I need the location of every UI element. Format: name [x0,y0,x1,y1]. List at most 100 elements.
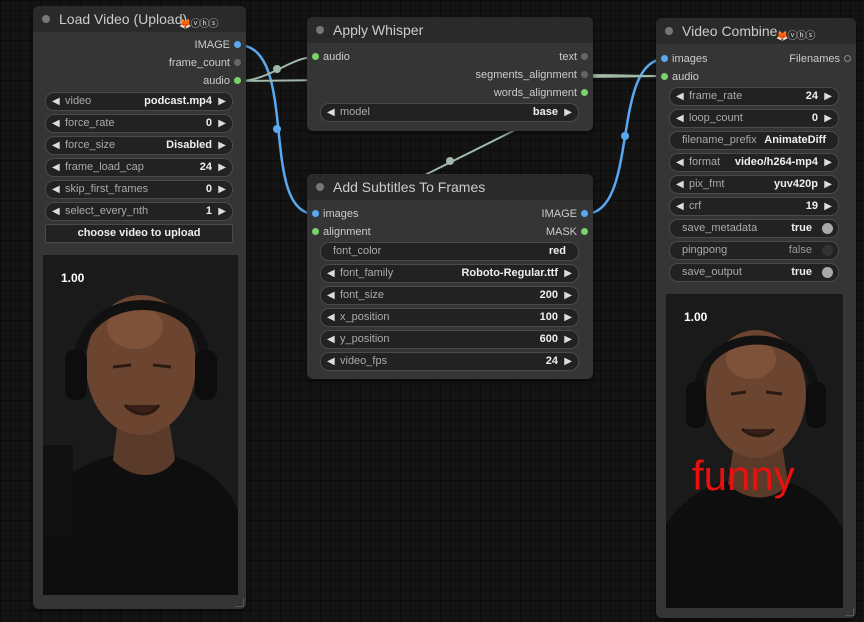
widget-frame-rate[interactable]: ◀ frame_rate 24 ▶ [669,87,839,106]
collapse-dot-icon[interactable] [316,183,324,191]
widget-video-fps[interactable]: ◀ video_fps 24 ▶ [320,352,579,371]
slot-connector-icon[interactable] [661,73,668,80]
widget-video[interactable]: ◀ video podcast.mp4 ▶ [45,92,233,111]
slot-connector-icon[interactable] [661,55,668,62]
slot-connector-icon[interactable] [234,41,241,48]
collapse-dot-icon[interactable] [42,15,50,23]
add-subtitles-title-bar[interactable]: Add Subtitles To Frames [307,174,593,200]
add-subtitles-node[interactable]: Add Subtitles To Frames images alignment… [307,174,593,379]
widget-pix-fmt[interactable]: ◀ pix_fmt yuv420p ▶ [669,175,839,194]
slot-connector-icon[interactable] [844,55,851,62]
output-slot-audio[interactable]: audio [80,72,246,90]
slot-connector-icon[interactable] [581,89,588,96]
increment-arrow-icon[interactable]: ▶ [218,203,226,220]
resize-handle-icon[interactable] [845,607,854,616]
widget-font-color[interactable]: font_color red [320,242,579,261]
resize-handle-icon[interactable] [235,598,244,607]
decrement-arrow-icon[interactable]: ◀ [52,181,60,198]
slot-connector-icon[interactable] [581,210,588,217]
decrement-arrow-icon[interactable]: ◀ [52,137,60,154]
decrement-arrow-icon[interactable]: ◀ [327,265,335,282]
widget-y-position[interactable]: ◀ y_position 600 ▶ [320,330,579,349]
increment-arrow-icon[interactable]: ▶ [824,154,832,171]
collapse-dot-icon[interactable] [665,27,673,35]
slot-connector-icon[interactable] [312,228,319,235]
slot-connector-icon[interactable] [581,71,588,78]
widget-font-size[interactable]: ◀ font_size 200 ▶ [320,286,579,305]
video-combine-node[interactable]: Video Combine 🦊ⓥⓗⓢ images audio Filename… [656,18,856,618]
decrement-arrow-icon[interactable]: ◀ [676,176,684,193]
widget-model[interactable]: ◀ model base ▶ [320,103,579,122]
toggle-pingpong[interactable]: pingpong false [669,241,839,260]
increment-arrow-icon[interactable]: ▶ [218,137,226,154]
decrement-arrow-icon[interactable]: ◀ [327,287,335,304]
output-slot-image[interactable]: IMAGE [457,205,593,223]
collapse-dot-icon[interactable] [316,26,324,34]
decrement-arrow-icon[interactable]: ◀ [676,154,684,171]
decrement-arrow-icon[interactable]: ◀ [676,198,684,215]
toggle-save-metadata[interactable]: save_metadata true [669,219,839,238]
input-slot-alignment[interactable]: alignment [307,223,443,241]
input-slot-audio[interactable]: audio [656,68,762,86]
increment-arrow-icon[interactable]: ▶ [824,110,832,127]
decrement-arrow-icon[interactable]: ◀ [327,353,335,370]
decrement-arrow-icon[interactable]: ◀ [327,104,335,121]
increment-arrow-icon[interactable]: ▶ [218,159,226,176]
decrement-arrow-icon[interactable]: ◀ [676,88,684,105]
slot-connector-icon[interactable] [581,228,588,235]
decrement-arrow-icon[interactable]: ◀ [52,203,60,220]
slot-connector-icon[interactable] [312,53,319,60]
load-video-title-bar[interactable]: Load Video (Upload) 🦊ⓥⓗⓢ [33,6,246,32]
toggle-knob-icon[interactable] [822,245,833,256]
widget-font-family[interactable]: ◀ font_family Roboto-Regular.ttf ▶ [320,264,579,283]
increment-arrow-icon[interactable]: ▶ [218,93,226,110]
widget-force-rate[interactable]: ◀ force_rate 0 ▶ [45,114,233,133]
increment-arrow-icon[interactable]: ▶ [564,265,572,282]
output-slot-image[interactable]: IMAGE [80,36,246,54]
widget-force-size[interactable]: ◀ force_size Disabled ▶ [45,136,233,155]
widget-skip-first-frames[interactable]: ◀ skip_first_frames 0 ▶ [45,180,233,199]
output-slot-text[interactable]: text [407,48,593,66]
output-slot-words-alignment[interactable]: words_alignment [407,84,593,102]
decrement-arrow-icon[interactable]: ◀ [327,309,335,326]
increment-arrow-icon[interactable]: ▶ [564,287,572,304]
slot-connector-icon[interactable] [234,77,241,84]
widget-x-position[interactable]: ◀ x_position 100 ▶ [320,308,579,327]
decrement-arrow-icon[interactable]: ◀ [52,159,60,176]
decrement-arrow-icon[interactable]: ◀ [52,115,60,132]
increment-arrow-icon[interactable]: ▶ [824,176,832,193]
widget-loop-count[interactable]: ◀ loop_count 0 ▶ [669,109,839,128]
increment-arrow-icon[interactable]: ▶ [564,309,572,326]
apply-whisper-node[interactable]: Apply Whisper audio text segments_alignm… [307,17,593,131]
decrement-arrow-icon[interactable]: ◀ [52,93,60,110]
output-slot-filenames[interactable]: Filenames [740,50,856,68]
decrement-arrow-icon[interactable]: ◀ [676,110,684,127]
load-video-node[interactable]: Load Video (Upload) 🦊ⓥⓗⓢ IMAGE frame_cou… [33,6,246,609]
slot-connector-icon[interactable] [312,210,319,217]
increment-arrow-icon[interactable]: ▶ [218,181,226,198]
slot-connector-icon[interactable] [234,59,241,66]
input-slot-images[interactable]: images [307,205,443,223]
toggle-knob-icon[interactable] [822,223,833,234]
choose-video-upload-button[interactable]: choose video to upload [45,224,233,243]
increment-arrow-icon[interactable]: ▶ [564,331,572,348]
video-combine-title-bar[interactable]: Video Combine 🦊ⓥⓗⓢ [656,18,856,44]
increment-arrow-icon[interactable]: ▶ [824,88,832,105]
apply-whisper-title-bar[interactable]: Apply Whisper [307,17,593,43]
toggle-knob-icon[interactable] [822,267,833,278]
output-slot-frame-count[interactable]: frame_count [80,54,246,72]
increment-arrow-icon[interactable]: ▶ [824,198,832,215]
widget-format[interactable]: ◀ format video/h264-mp4 ▶ [669,153,839,172]
decrement-arrow-icon[interactable]: ◀ [327,331,335,348]
widget-select-every-nth[interactable]: ◀ select_every_nth 1 ▶ [45,202,233,221]
output-slot-segments-alignment[interactable]: segments_alignment [407,66,593,84]
increment-arrow-icon[interactable]: ▶ [564,104,572,121]
toggle-save-output[interactable]: save_output true [669,263,839,282]
output-slot-mask[interactable]: MASK [457,223,593,241]
increment-arrow-icon[interactable]: ▶ [564,353,572,370]
widget-filename-prefix[interactable]: filename_prefix AnimateDiff [669,131,839,150]
widget-crf[interactable]: ◀ crf 19 ▶ [669,197,839,216]
slot-connector-icon[interactable] [581,53,588,60]
increment-arrow-icon[interactable]: ▶ [218,115,226,132]
widget-frame-load-cap[interactable]: ◀ frame_load_cap 24 ▶ [45,158,233,177]
